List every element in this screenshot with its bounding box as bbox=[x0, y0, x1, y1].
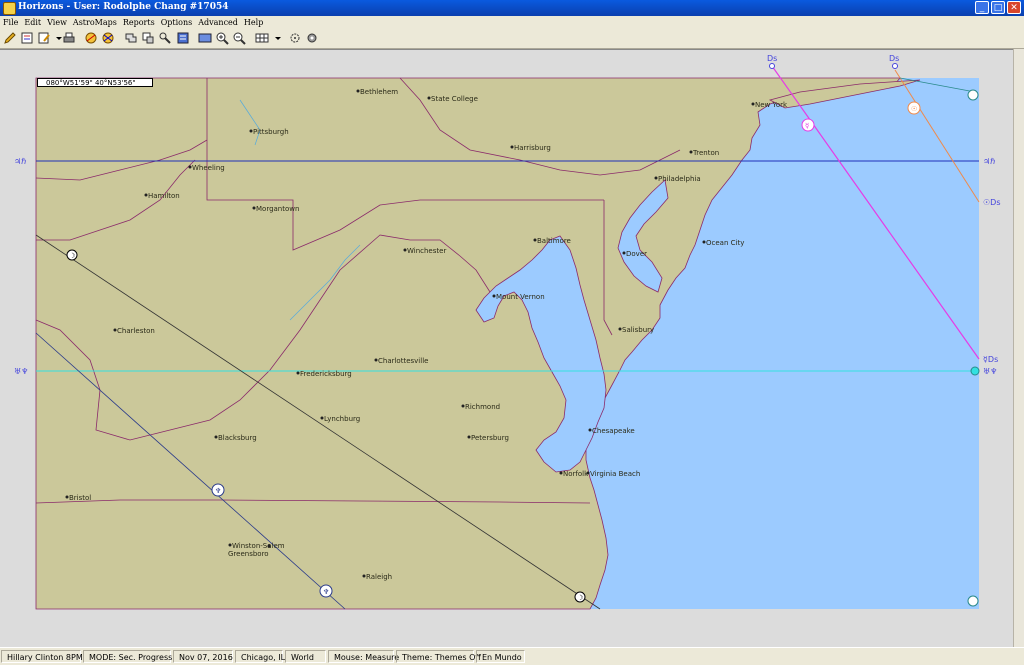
status-bar: Hillary Clinton 8PM MODE: Sec. Progress … bbox=[0, 647, 1024, 665]
city-label: Morgantown bbox=[256, 205, 299, 213]
center-icon[interactable] bbox=[288, 31, 302, 45]
uranus-marker-icon bbox=[970, 366, 980, 376]
status-mouse-mode: Mouse: Measure bbox=[328, 650, 399, 663]
earth-marker-icon bbox=[967, 595, 979, 607]
city-label: State College bbox=[431, 95, 478, 103]
svg-text:♆: ♆ bbox=[323, 588, 329, 596]
city-label: Virginia Beach bbox=[590, 470, 640, 478]
dropdown-arrow-icon[interactable] bbox=[271, 31, 281, 45]
city-dot bbox=[267, 544, 271, 548]
status-chart-name: Hillary Clinton 8PM bbox=[1, 650, 83, 663]
menu-astromaps[interactable]: AstroMaps bbox=[70, 16, 120, 29]
city-label: Pittsburgh bbox=[253, 128, 289, 136]
menu-help[interactable]: Help bbox=[241, 16, 266, 29]
city-label: Charlottesville bbox=[378, 357, 428, 365]
city-label: Hamilton bbox=[148, 192, 180, 200]
city-label: Ocean City bbox=[706, 239, 744, 247]
city-label: Bethlehem bbox=[360, 88, 398, 96]
menu-file[interactable]: File bbox=[0, 16, 21, 29]
svg-text:☽: ☽ bbox=[69, 252, 75, 260]
astromap-lines-icon[interactable] bbox=[101, 31, 115, 45]
chart-icon[interactable] bbox=[20, 31, 34, 45]
uranus-label-right: ♅♆ bbox=[983, 367, 997, 376]
city-label: Harrisburg bbox=[514, 144, 551, 152]
settings-icon[interactable] bbox=[305, 31, 319, 45]
city-label: Chesapeake bbox=[592, 427, 635, 435]
city-label: Bristol bbox=[69, 494, 91, 502]
city-label: Richmond bbox=[465, 403, 500, 411]
status-location: Chicago, IL bbox=[235, 650, 285, 663]
city-label: Baltimore bbox=[537, 237, 571, 245]
uranus-label-left: ♅♆ bbox=[14, 367, 28, 376]
city-label: Charleston bbox=[117, 327, 155, 335]
city-label: Trenton bbox=[692, 149, 719, 157]
city-label: Petersburg bbox=[471, 434, 509, 442]
menu-bar: File Edit View AstroMaps Reports Options Advan… bbox=[0, 16, 1024, 29]
toolbar bbox=[0, 29, 1024, 49]
status-map: World bbox=[285, 650, 326, 663]
status-theme: Theme: Themes Off bbox=[396, 650, 481, 663]
city-label: Winston-Salem bbox=[232, 542, 285, 550]
jupiter-label-right: ♃ℏ bbox=[983, 157, 995, 166]
city-label: Philadelphia bbox=[658, 175, 701, 183]
ds-marker-icon bbox=[892, 63, 898, 69]
zoom-region-icon[interactable] bbox=[141, 31, 155, 45]
city-label: Lynchburg bbox=[324, 415, 360, 423]
ds-label-top-left: Ds bbox=[767, 54, 777, 63]
app-icon bbox=[3, 2, 16, 15]
menu-advanced[interactable]: Advanced bbox=[195, 16, 241, 29]
report-icon[interactable] bbox=[176, 31, 190, 45]
earth-marker-icon bbox=[967, 89, 979, 101]
menu-view[interactable]: View bbox=[44, 16, 70, 29]
svg-text:☉: ☉ bbox=[911, 105, 917, 113]
relocate-icon[interactable] bbox=[158, 31, 172, 45]
sun-ds-label: ☉Ds bbox=[983, 198, 1001, 207]
menu-reports[interactable]: Reports bbox=[120, 16, 158, 29]
status-language: En Mundo bbox=[476, 650, 525, 663]
city-label: Mount Vernon bbox=[496, 293, 545, 301]
city-label: Salisbury bbox=[622, 326, 654, 334]
ds-marker-icon bbox=[769, 63, 775, 69]
print-icon[interactable] bbox=[62, 31, 76, 45]
city-label: Blacksburg bbox=[218, 434, 257, 442]
zoom-in-icon[interactable] bbox=[215, 31, 229, 45]
mercury-ds-label: ☿Ds bbox=[983, 355, 998, 364]
pencil-icon[interactable] bbox=[3, 31, 17, 45]
menu-options[interactable]: Options bbox=[158, 16, 196, 29]
menu-edit[interactable]: Edit bbox=[21, 16, 44, 29]
jupiter-label-left: ♃ℏ bbox=[14, 157, 26, 166]
close-button[interactable]: ✕ bbox=[1007, 1, 1021, 14]
svg-text:♆: ♆ bbox=[215, 487, 221, 495]
city-label: Wheeling bbox=[192, 164, 225, 172]
astromap[interactable]: ☽ ☽ ♆ ♆ ☿ ☉ ♃ℏ ♃ℏ ♅♆ ☿Ds ♅♆ Ds Ds ☉Ds Be… bbox=[0, 49, 1024, 647]
locate-icon[interactable] bbox=[124, 31, 138, 45]
city-label: Winchester bbox=[407, 247, 446, 255]
edit-chart-icon[interactable] bbox=[37, 31, 51, 45]
city-label: Raleigh bbox=[366, 573, 392, 581]
minimize-button[interactable]: _ bbox=[975, 1, 989, 14]
maximize-button[interactable]: □ bbox=[991, 1, 1005, 14]
status-date: Nov 07, 2016 bbox=[173, 650, 233, 663]
city-label: New York bbox=[755, 101, 788, 109]
city-label: Norfolk bbox=[563, 470, 589, 478]
ds-label-top-right: Ds bbox=[889, 54, 899, 63]
svg-text:☽: ☽ bbox=[577, 594, 583, 602]
astromap-icon[interactable] bbox=[84, 31, 98, 45]
city-label: Dover bbox=[626, 250, 647, 258]
grid-icon[interactable] bbox=[255, 31, 269, 45]
city-label: Greensboro bbox=[228, 550, 269, 558]
dropdown-arrow-icon[interactable] bbox=[52, 31, 62, 45]
coordinate-readout: 080°W51'59" 40°N53'56" bbox=[37, 78, 153, 87]
title-bar: Horizons - User: Rodolphe Chang #17054 _… bbox=[0, 0, 1024, 16]
zoom-out-icon[interactable] bbox=[232, 31, 246, 45]
city-label: Fredericksburg bbox=[300, 370, 352, 378]
svg-text:☿: ☿ bbox=[805, 122, 809, 130]
map-view-icon[interactable] bbox=[198, 31, 212, 45]
status-mode: MODE: Sec. Progress bbox=[83, 650, 172, 663]
window-title: Horizons - User: Rodolphe Chang #17054 bbox=[18, 2, 229, 12]
